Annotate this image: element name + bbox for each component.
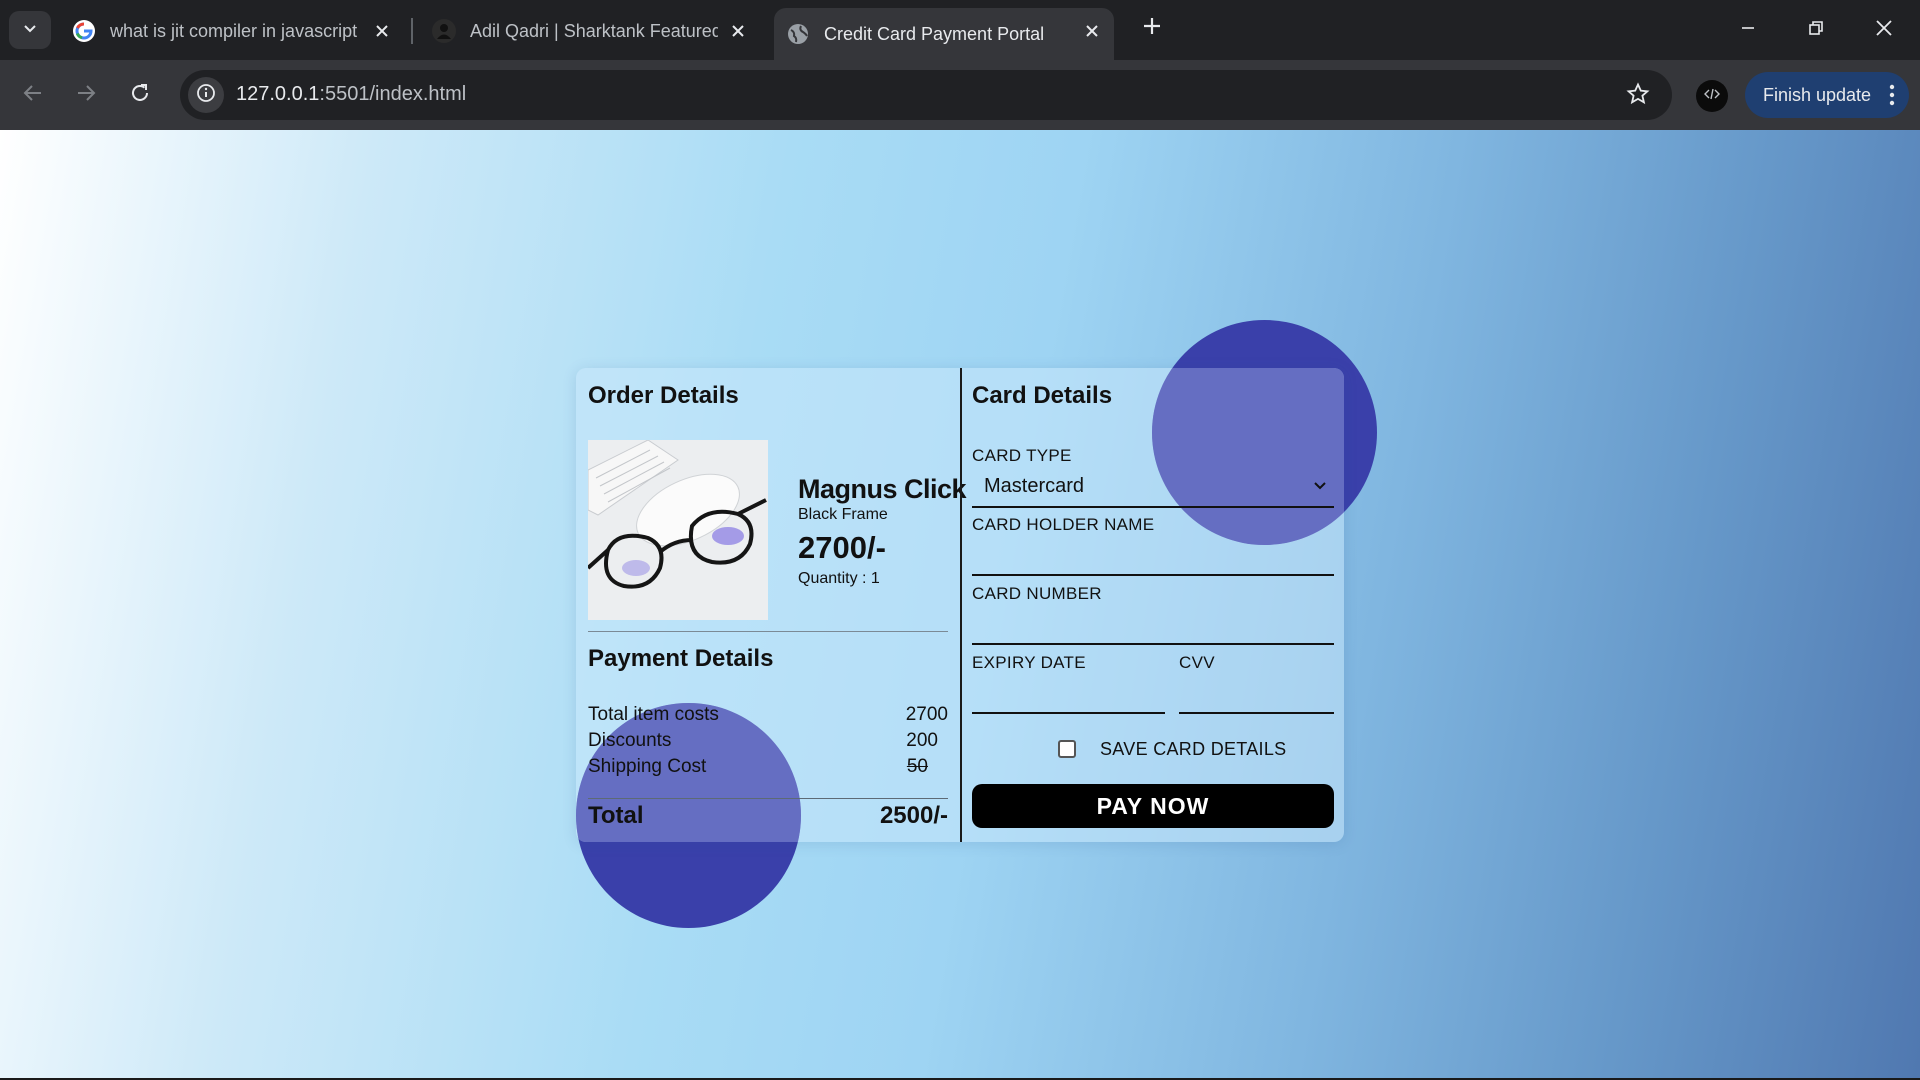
card-type-value: Mastercard	[984, 475, 1085, 497]
page-viewport: Order Details Magnus Click Black Frame 2…	[0, 130, 1920, 1078]
cvv-label: CVV	[1179, 653, 1215, 672]
save-card-checkbox[interactable]	[1058, 740, 1076, 758]
address-bar[interactable]: 127.0.0.1:5501/index.html	[180, 70, 1672, 120]
bookmark-button[interactable]	[1624, 81, 1652, 111]
product-price: 2700/-	[798, 530, 886, 565]
restore-button[interactable]	[1798, 12, 1834, 48]
close-icon[interactable]	[372, 21, 392, 41]
close-icon	[1875, 19, 1893, 42]
close-icon[interactable]	[1082, 21, 1102, 41]
total-label: Total	[588, 802, 644, 829]
url-host: 127.0.0.1	[236, 83, 320, 105]
minimize-button[interactable]	[1730, 12, 1766, 48]
payment-row-label: Shipping Cost	[588, 756, 707, 777]
payment-row-value: 50	[906, 756, 928, 777]
arrow-left-icon	[22, 82, 44, 109]
url-path: :5501/index.html	[319, 83, 467, 105]
finish-update-button[interactable]: Finish update	[1745, 72, 1909, 118]
update-label: Finish update	[1763, 84, 1872, 105]
payment-row-value: 2700	[905, 704, 948, 725]
card-type-select[interactable]: Mastercard	[972, 468, 1334, 508]
order-details-title: Order Details	[588, 382, 739, 409]
url-text[interactable]: 127.0.0.1:5501/index.html	[236, 83, 466, 106]
product-quantity: Quantity : 1	[798, 570, 880, 587]
arrow-right-icon	[75, 82, 97, 109]
info-icon	[196, 83, 216, 108]
payment-card: Order Details Magnus Click Black Frame 2…	[576, 368, 1344, 842]
new-tab-button[interactable]	[1138, 14, 1166, 42]
payment-row-shipping: Shipping Cost 50	[588, 756, 948, 778]
restore-icon	[1808, 20, 1824, 41]
chevron-down-icon	[22, 20, 38, 41]
card-number-input[interactable]	[972, 609, 1334, 645]
product-image	[588, 440, 768, 620]
card-number-label: CARD NUMBER	[972, 584, 1102, 603]
globe-icon	[786, 22, 810, 46]
tab-strip: what is jit compiler in javascript Adil …	[0, 0, 1920, 60]
payment-row-discounts: Discounts 200	[588, 730, 948, 752]
profile-icon	[432, 19, 456, 43]
order-divider	[588, 631, 948, 632]
plus-icon	[1142, 16, 1162, 41]
card-holder-input[interactable]	[972, 540, 1334, 576]
tab-title: Credit Card Payment Portal	[824, 23, 1045, 44]
payment-row-label: Discounts	[588, 730, 672, 751]
google-icon	[72, 19, 96, 43]
product-variant: Black Frame	[798, 506, 888, 523]
browser-toolbar: 127.0.0.1:5501/index.html Finish update	[0, 60, 1920, 130]
forward-button[interactable]	[68, 77, 104, 113]
product-name: Magnus Click	[798, 474, 967, 504]
extension-button[interactable]	[1696, 80, 1728, 112]
card-holder-label: CARD HOLDER NAME	[972, 515, 1155, 534]
expiry-date-input[interactable]	[972, 678, 1165, 714]
column-divider	[960, 368, 962, 842]
payment-row-item-costs: Total item costs 2700	[588, 704, 948, 726]
tab-adil-qadri[interactable]: Adil Qadri | Sharktank Featured	[420, 8, 760, 54]
minimize-icon	[1740, 20, 1756, 41]
total-value: 2500/-	[879, 802, 948, 829]
tab-separator	[411, 18, 413, 44]
payment-row-value: 200	[906, 730, 938, 751]
code-icon	[1703, 85, 1721, 108]
payment-row-label: Total item costs	[588, 704, 719, 725]
reload-icon	[129, 82, 151, 109]
back-button[interactable]	[15, 77, 51, 113]
cvv-input[interactable]	[1179, 678, 1334, 714]
close-icon[interactable]	[728, 21, 748, 41]
more-vert-icon[interactable]	[1889, 83, 1895, 112]
reload-button[interactable]	[122, 77, 158, 113]
total-divider	[588, 798, 948, 799]
tab-title: what is jit compiler in javascript	[110, 20, 358, 41]
star-icon	[1626, 81, 1650, 111]
expiry-date-label: EXPIRY DATE	[972, 653, 1086, 672]
pay-now-button[interactable]: PAY NOW	[972, 784, 1334, 828]
card-type-label: CARD TYPE	[972, 446, 1072, 465]
tab-search-button[interactable]	[9, 11, 51, 49]
payment-details-title: Payment Details	[588, 645, 774, 672]
tab-payment-portal[interactable]: Credit Card Payment Portal	[774, 8, 1114, 60]
save-card-label[interactable]: SAVE CARD DETAILS	[1100, 739, 1286, 760]
tab-title: Adil Qadri | Sharktank Featured	[470, 20, 718, 41]
chevron-down-icon	[1312, 478, 1328, 499]
card-details-title: Card Details	[972, 382, 1113, 409]
decor-circle-overlay-top	[1152, 368, 1344, 545]
tab-jit-compiler[interactable]: what is jit compiler in javascript	[64, 8, 404, 54]
close-window-button[interactable]	[1866, 12, 1902, 48]
site-info-button[interactable]	[188, 77, 224, 113]
